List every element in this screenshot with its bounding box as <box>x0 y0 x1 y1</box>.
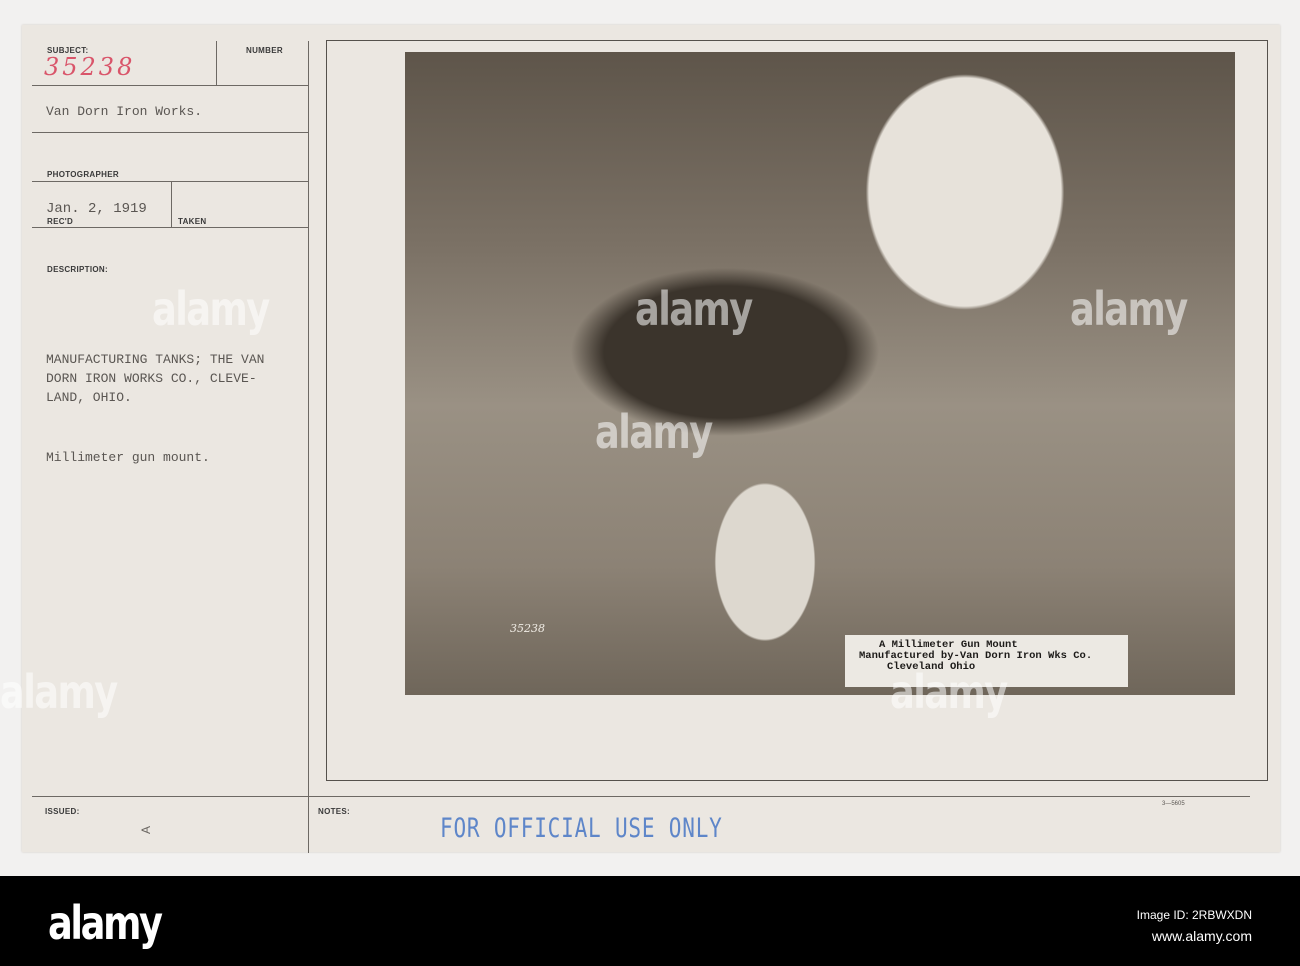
notes-label: NOTES: <box>318 807 351 816</box>
recd-label: REC'D <box>47 217 74 226</box>
negative-number: 35238 <box>510 622 545 635</box>
official-use-stamp: FOR OFFICIAL USE ONLY <box>440 813 723 844</box>
site-url[interactable]: www.alamy.com <box>1152 928 1252 944</box>
photographer-label: PHOTOGRAPHER <box>47 170 119 179</box>
number-label: NUMBER <box>246 46 283 55</box>
photograph-gun-mount: 35238 A Millimeter Gun Mount Manufacture… <box>405 52 1235 695</box>
watermark: alamy <box>0 665 118 719</box>
watermark: alamy <box>1070 282 1188 336</box>
taken-label: TAKEN <box>178 217 207 226</box>
divider <box>32 227 308 228</box>
divider <box>171 181 172 227</box>
alamy-logo: alamy <box>48 896 163 950</box>
divider <box>32 796 1250 797</box>
watermark: alamy <box>595 405 713 459</box>
description-label: DESCRIPTION: <box>47 265 108 274</box>
divider <box>32 85 308 86</box>
handwritten-number: 35238 <box>44 53 136 81</box>
description-line: LAND, OHIO. <box>46 390 132 405</box>
description-line: DORN IRON WORKS CO., CLEVE- <box>46 371 257 386</box>
divider <box>32 132 308 133</box>
form-number: 3—5605 <box>1162 801 1185 807</box>
divider <box>216 41 217 85</box>
divider <box>32 181 308 182</box>
image-id: Image ID: 2RBWXDN <box>1136 908 1252 922</box>
issued-mark: A <box>139 825 154 835</box>
footer-bar: alamy Image ID: 2RBWXDN www.alamy.com <box>0 876 1300 966</box>
description-line: MANUFACTURING TANKS; THE VAN <box>46 352 265 367</box>
date-text: Jan. 2, 1919 <box>46 201 147 217</box>
issued-label: ISSUED: <box>45 807 80 816</box>
description-text: MANUFACTURING TANKS; THE VAN DORN IRON W… <box>46 350 264 407</box>
watermark: alamy <box>152 282 270 336</box>
caption-text: Millimeter gun mount. <box>46 450 210 465</box>
subject-text: Van Dorn Iron Works. <box>46 104 203 119</box>
watermark: alamy <box>890 665 1008 719</box>
column-divider <box>308 41 309 853</box>
watermark: alamy <box>635 282 753 336</box>
